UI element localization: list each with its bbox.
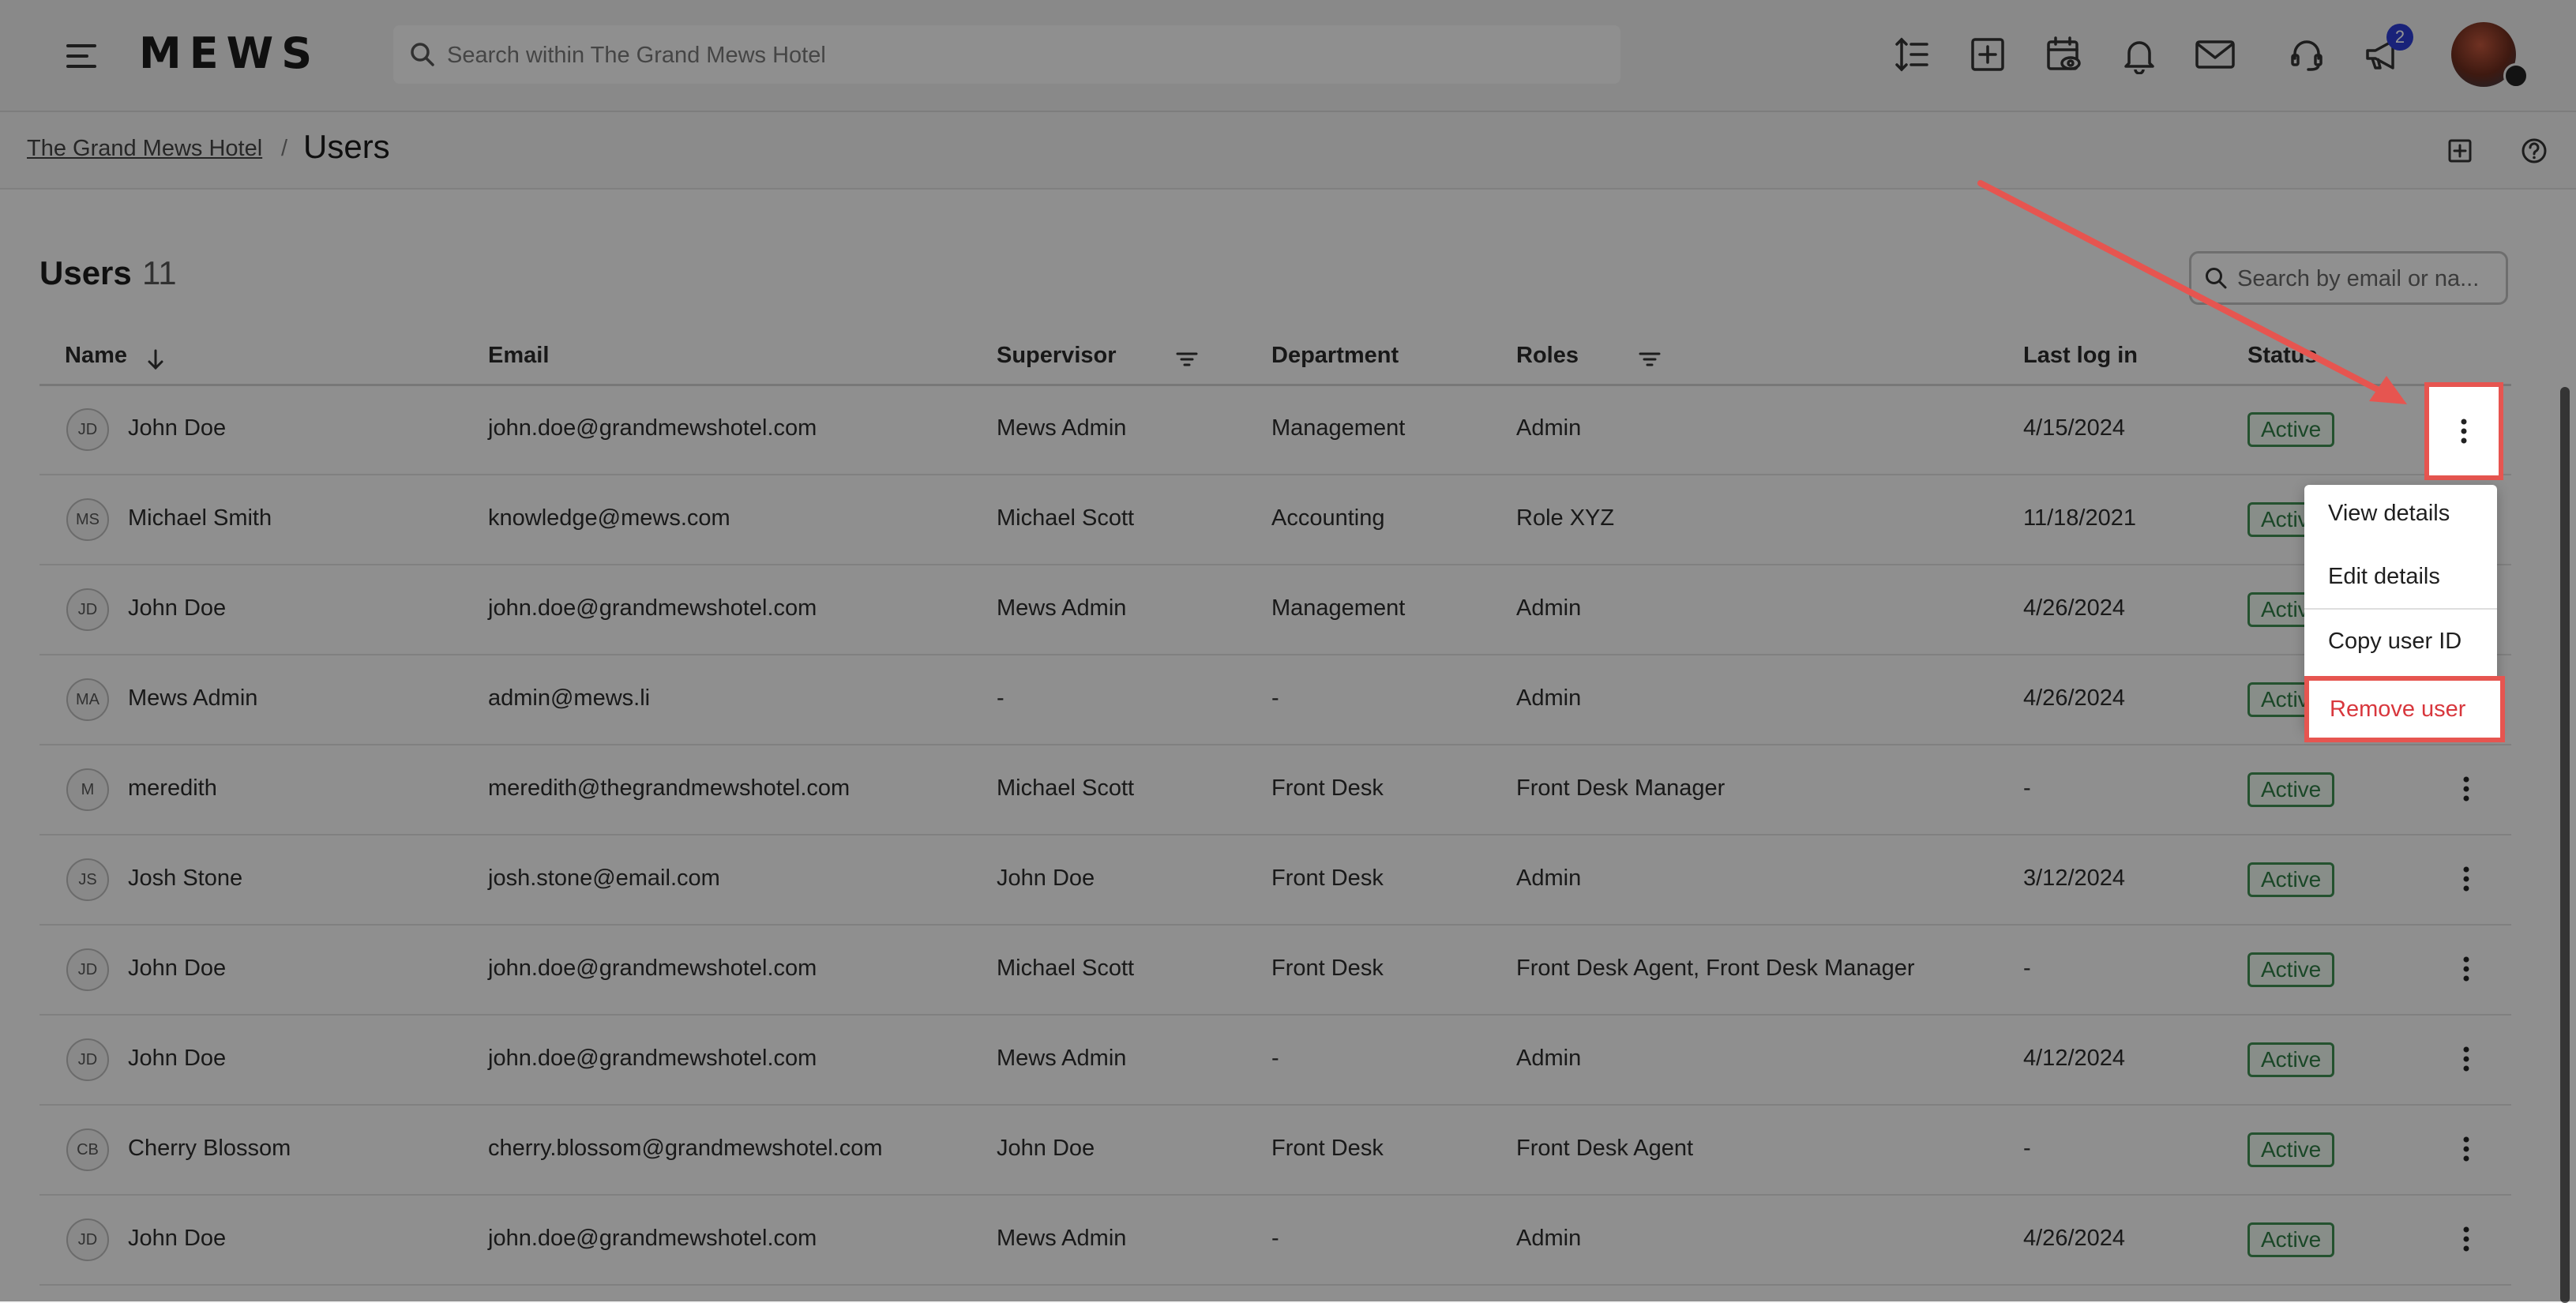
menu-divider <box>2304 608 2497 610</box>
more-vertical-icon <box>2461 419 2467 444</box>
remove-user-label: Remove user <box>2330 697 2466 722</box>
menu-item-view-details[interactable]: View details <box>2328 501 2450 527</box>
menu-item-copy-user-id[interactable]: Copy user ID <box>2328 629 2461 655</box>
more-actions-button-highlighted[interactable] <box>2424 382 2503 480</box>
menu-item-remove-user[interactable]: Remove user <box>2304 676 2505 742</box>
menu-item-edit-details[interactable]: Edit details <box>2328 564 2440 590</box>
dim-overlay <box>0 0 2576 1301</box>
